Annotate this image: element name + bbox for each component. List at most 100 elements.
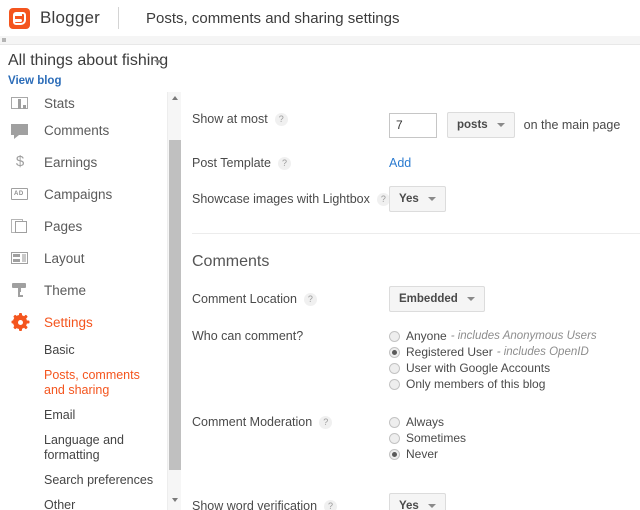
sidebar: Stats Comments $ Earnings AD Campaigns P… xyxy=(0,92,167,510)
section-divider xyxy=(192,233,640,234)
sidebar-item-earnings[interactable]: $ Earnings xyxy=(0,146,167,178)
setting-row-lightbox: Showcase images with Lightbox ? Yes xyxy=(181,186,640,212)
view-blog-link[interactable]: View blog xyxy=(8,75,61,87)
scrollbar-thumb[interactable] xyxy=(169,140,181,470)
sidebar-item-comments[interactable]: Comments xyxy=(0,114,167,146)
radio-icon[interactable] xyxy=(389,432,400,444)
setting-row-show-at-most: Show at most ? posts on the main page xyxy=(181,112,640,138)
sidebar-item-campaigns[interactable]: AD Campaigns xyxy=(0,178,167,210)
sidebar-subitem-label: Search preferences xyxy=(44,473,154,487)
post-template-add-link[interactable]: Add xyxy=(389,156,411,170)
radio-icon[interactable] xyxy=(389,416,400,428)
row-control: posts on the main page xyxy=(389,112,640,138)
lightbox-dropdown[interactable]: Yes xyxy=(389,186,446,212)
radio-option-sometimes[interactable]: Sometimes xyxy=(389,431,466,445)
sidebar-subitem-label: Language and formatting xyxy=(44,433,124,462)
sidebar-item-label: Comments xyxy=(44,122,110,138)
sidebar-subitem-email[interactable]: Email xyxy=(44,403,167,428)
row-control: Embedded xyxy=(389,286,640,312)
header-strip xyxy=(0,36,640,45)
sidebar-item-layout[interactable]: Layout xyxy=(0,242,167,274)
content-scrollbar[interactable] xyxy=(167,92,181,510)
sidebar-item-stats[interactable]: Stats xyxy=(0,92,167,114)
app-header: Blogger Posts, comments and sharing sett… xyxy=(0,0,640,36)
blogger-home-link[interactable]: Blogger xyxy=(9,7,100,29)
section-heading-comments: Comments xyxy=(192,253,270,270)
row-label: Comment Moderation ? xyxy=(181,415,389,429)
show-at-most-unit-dropdown[interactable]: posts xyxy=(447,112,515,138)
radio-option-only-members[interactable]: Only members of this blog xyxy=(389,377,597,391)
layout-icon xyxy=(10,250,30,266)
show-at-most-input[interactable] xyxy=(389,112,437,138)
radio-option-google-accounts[interactable]: User with Google Accounts xyxy=(389,361,597,375)
comment-location-dropdown[interactable]: Embedded xyxy=(389,286,485,312)
sidebar-item-label: Settings xyxy=(44,314,93,330)
sidebar-subitem-label: Email xyxy=(44,408,76,422)
sidebar-item-label: Stats xyxy=(44,95,75,111)
page-title: Posts, comments and sharing settings xyxy=(146,9,400,27)
gear-icon xyxy=(10,313,30,331)
dollar-sign-icon: $ xyxy=(15,153,25,170)
radio-option-always[interactable]: Always xyxy=(389,415,466,429)
radio-note: - includes Anonymous Users xyxy=(450,330,597,342)
pages-icon xyxy=(10,218,30,234)
radio-label: Only members of this blog xyxy=(406,377,546,391)
sidebar-subitem-label: Other xyxy=(44,498,76,510)
speech-bubble-icon xyxy=(10,122,30,139)
chevron-down-icon[interactable] xyxy=(154,60,162,64)
sidebar-subitem-basic[interactable]: Basic xyxy=(44,338,167,363)
radio-option-registered-user[interactable]: Registered User - includes OpenID xyxy=(389,345,597,359)
radio-icon[interactable] xyxy=(389,330,400,342)
triangle-up-icon[interactable] xyxy=(172,96,178,100)
row-label: Show word verification ? xyxy=(181,493,389,510)
setting-row-word-verification: Show word verification ? Yes xyxy=(181,493,640,510)
sidebar-subitem-other[interactable]: Other xyxy=(44,493,167,510)
setting-label: Show at most xyxy=(192,112,268,126)
row-control: Add xyxy=(389,156,640,170)
triangle-down-icon[interactable] xyxy=(172,498,178,502)
radio-label: Always xyxy=(406,415,445,429)
radio-label: User with Google Accounts xyxy=(406,361,551,375)
help-icon[interactable]: ? xyxy=(277,156,291,170)
row-label: Showcase images with Lightbox ? xyxy=(181,186,390,212)
radio-icon[interactable] xyxy=(389,378,400,390)
sidebar-item-pages[interactable]: Pages xyxy=(0,210,167,242)
show-at-most-trailing-text: on the main page xyxy=(523,118,621,132)
sidebar-item-settings[interactable]: Settings xyxy=(0,306,167,338)
radio-option-anyone[interactable]: Anyone - includes Anonymous Users xyxy=(389,329,597,343)
help-icon[interactable]: ? xyxy=(274,112,288,126)
radio-option-never[interactable]: Never xyxy=(389,447,466,461)
sidebar-subitem-language-and-formatting[interactable]: Language and formatting xyxy=(44,428,167,468)
help-icon[interactable]: ? xyxy=(319,415,333,429)
chevron-down-icon xyxy=(496,123,505,127)
blog-title-block: All things about fishing View blog xyxy=(0,46,640,94)
blogger-logo-icon xyxy=(9,7,30,29)
chevron-down-icon xyxy=(427,504,436,508)
setting-row-comment-location: Comment Location ? Embedded xyxy=(181,286,640,312)
sidebar-subitem-search-preferences[interactable]: Search preferences xyxy=(44,468,167,493)
paint-roller-icon xyxy=(10,282,30,298)
help-icon[interactable]: ? xyxy=(303,292,317,306)
row-control: Anyone - includes Anonymous Users Regist… xyxy=(389,329,640,393)
word-verification-dropdown[interactable]: Yes xyxy=(389,493,446,510)
row-control: Yes xyxy=(389,186,640,212)
row-label: Post Template ? xyxy=(181,156,389,170)
help-icon[interactable]: ? xyxy=(324,499,338,510)
chevron-down-icon xyxy=(466,297,475,301)
who-can-comment-radio-group: Anyone - includes Anonymous Users Regist… xyxy=(389,329,597,393)
radio-icon[interactable] xyxy=(389,362,400,374)
sidebar-subitem-label: Basic xyxy=(44,343,75,357)
radio-icon[interactable] xyxy=(389,346,400,358)
radio-icon[interactable] xyxy=(389,448,400,460)
sidebar-subitem-posts-comments-sharing[interactable]: Posts, comments and sharing xyxy=(44,363,167,403)
help-icon[interactable]: ? xyxy=(376,192,390,206)
setting-label: Showcase images with Lightbox xyxy=(192,192,370,206)
settings-subnav: Basic Posts, comments and sharing Email … xyxy=(0,338,167,510)
sidebar-item-label: Theme xyxy=(44,282,87,298)
sidebar-item-theme[interactable]: Theme xyxy=(0,274,167,306)
row-label: Who can comment? xyxy=(181,329,389,343)
row-label: Show at most ? xyxy=(181,112,389,126)
blog-name[interactable]: All things about fishing xyxy=(8,52,168,70)
row-label: Comment Location ? xyxy=(181,286,389,312)
strip-marker-icon xyxy=(2,38,6,42)
